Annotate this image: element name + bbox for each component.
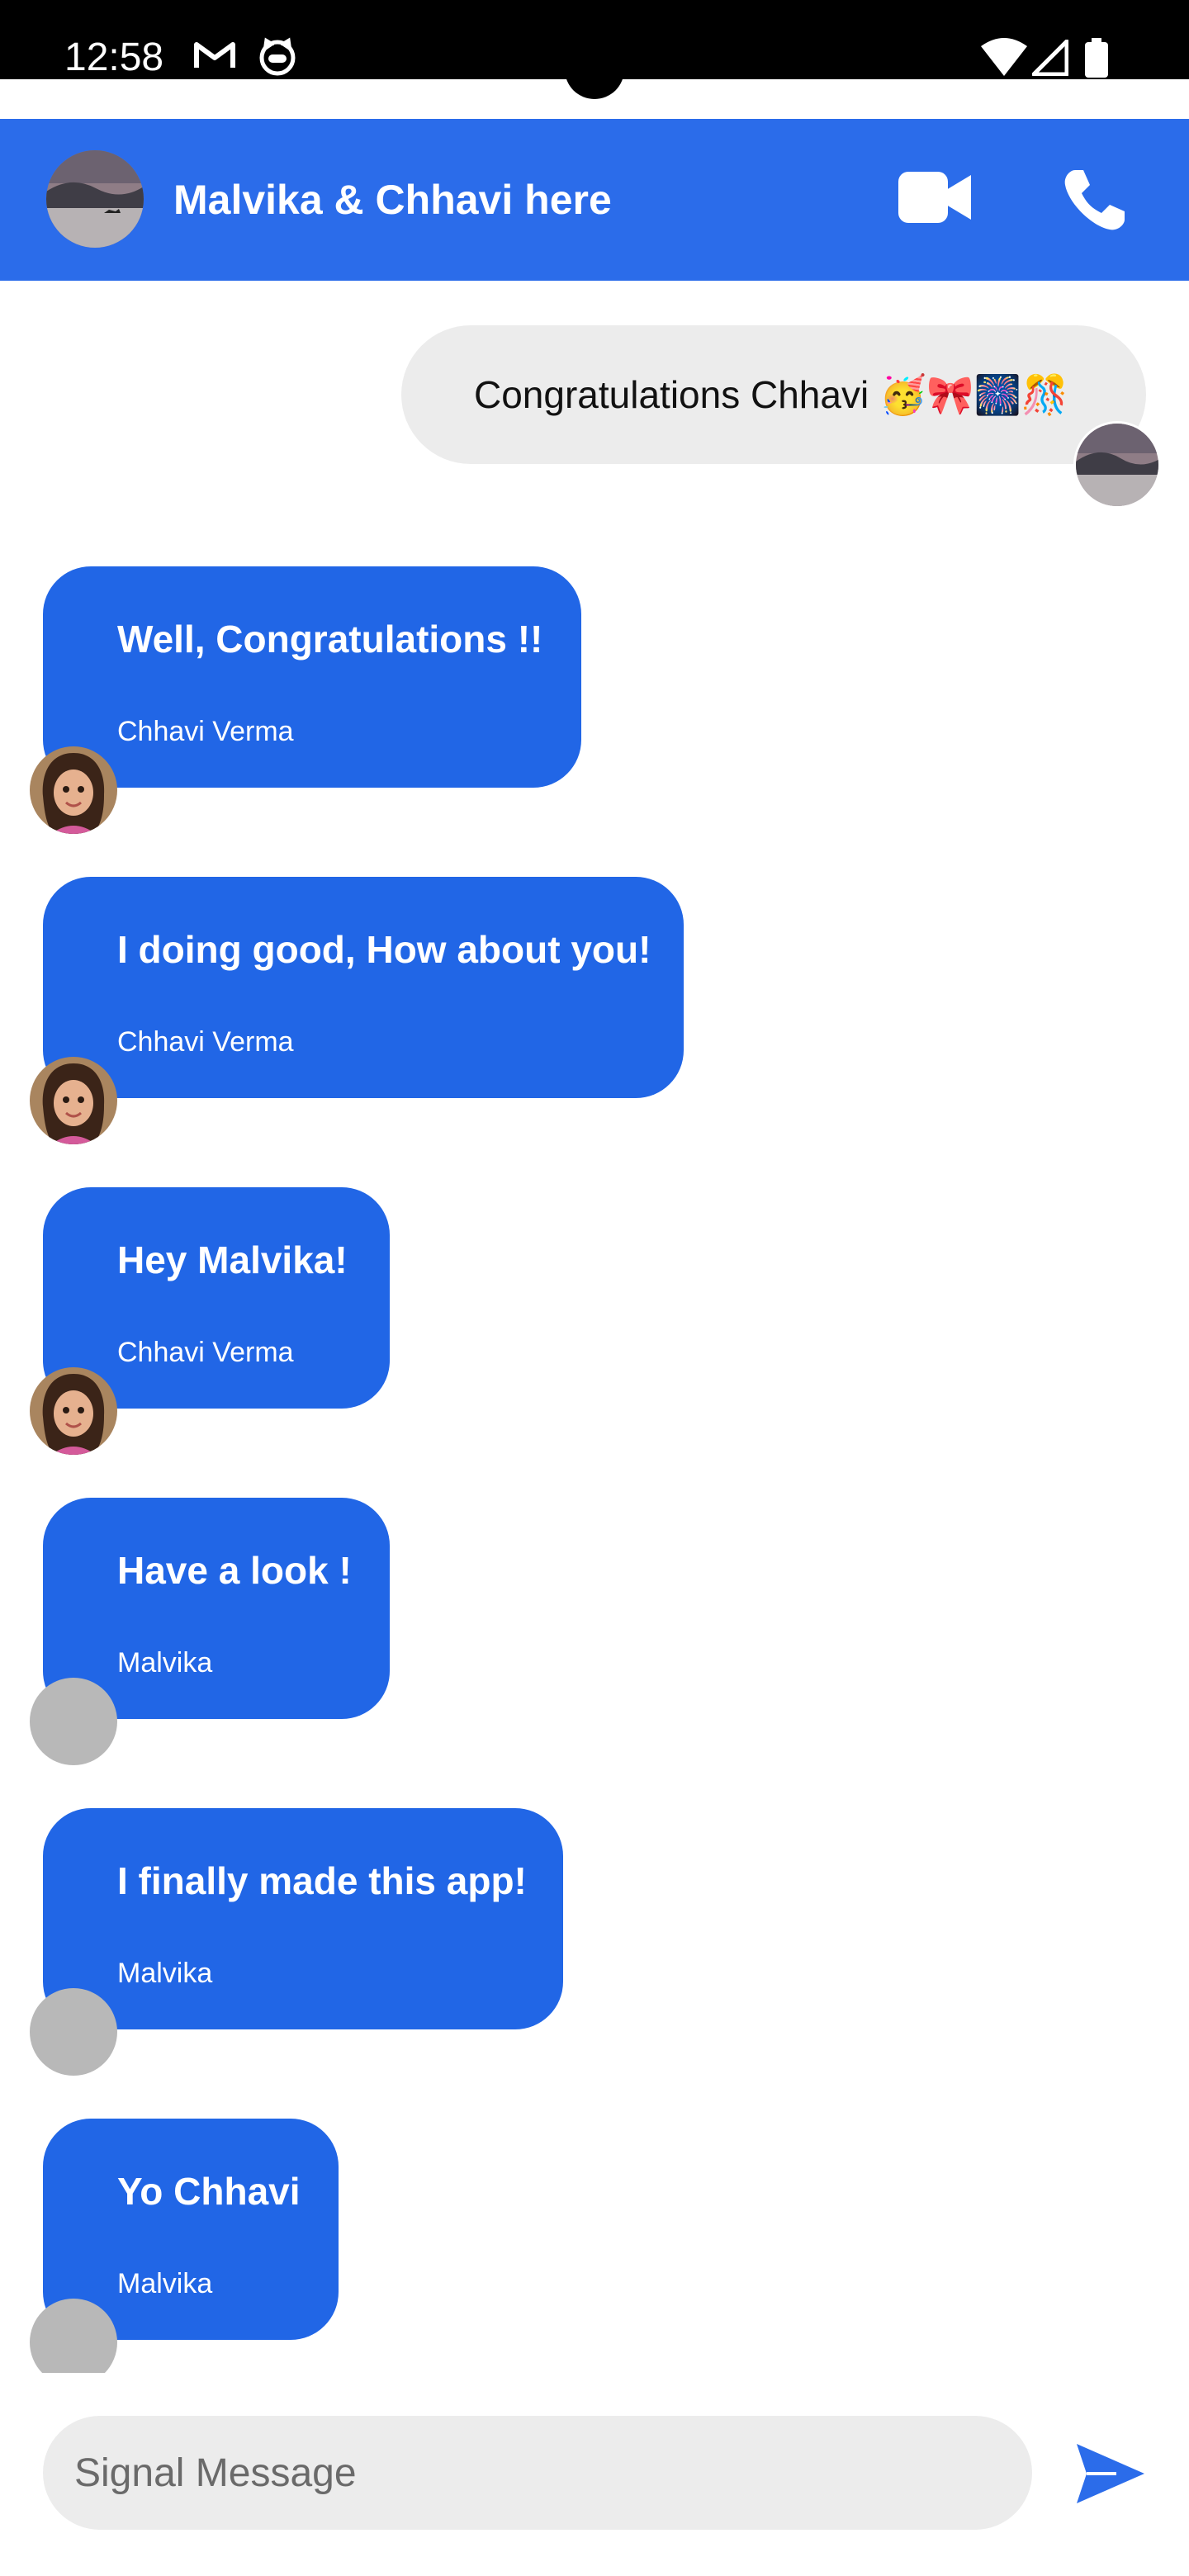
message-text: I doing good, How about you! <box>117 928 651 971</box>
message-text: Hey Malvika! <box>117 1238 348 1281</box>
cartoon-girl-avatar <box>30 1057 117 1144</box>
chat-title: Malvika & Chhavi here <box>173 177 612 223</box>
message-text: I finally made this app! <box>117 1859 527 1902</box>
wifi-icon <box>981 38 1027 76</box>
message-sender: Malvika <box>117 1647 213 1679</box>
message-sender: Malvika <box>117 1958 213 1989</box>
placeholder-avatar <box>30 1988 117 2076</box>
message-text: Well, Congratulations !! <box>117 618 543 661</box>
sender-avatar <box>1073 421 1161 509</box>
cat-face-icon <box>259 37 296 76</box>
send-icon[interactable] <box>1073 2441 1146 2507</box>
battery-icon <box>1085 38 1108 78</box>
message-sender: Chhavi Verma <box>117 1026 294 1058</box>
chat-header: Malvika & Chhavi here <box>0 119 1189 281</box>
message-sender: Malvika <box>117 2268 213 2299</box>
placeholder-avatar <box>30 1678 117 1765</box>
received-message-bubble[interactable]: I finally made this app! Malvika <box>43 1808 563 2029</box>
message-text: Yo Chhavi <box>117 2170 301 2213</box>
group-avatar[interactable] <box>46 150 144 248</box>
sent-message-bubble[interactable]: Congratulations Chhavi 🥳🎀🎆🎊 <box>401 325 1146 464</box>
received-message-bubble[interactable]: Well, Congratulations !! Chhavi Verma <box>43 566 581 788</box>
message-sender: Chhavi Verma <box>117 1337 294 1368</box>
sent-message-text: Congratulations Chhavi 🥳🎀🎆🎊 <box>474 373 1069 416</box>
status-time: 12:58 <box>64 36 164 79</box>
received-message-bubble[interactable]: I doing good, How about you! Chhavi Verm… <box>43 877 684 1098</box>
cartoon-girl-avatar <box>30 746 117 834</box>
message-sender: Chhavi Verma <box>117 716 294 747</box>
phone-call-icon[interactable] <box>1062 167 1128 233</box>
signal-icon <box>1032 40 1068 76</box>
cartoon-girl-avatar <box>30 1367 117 1455</box>
message-input[interactable] <box>43 2416 1032 2530</box>
gmail-icon <box>194 42 235 68</box>
video-call-icon[interactable] <box>898 168 971 226</box>
message-text: Have a look ! <box>117 1549 352 1592</box>
